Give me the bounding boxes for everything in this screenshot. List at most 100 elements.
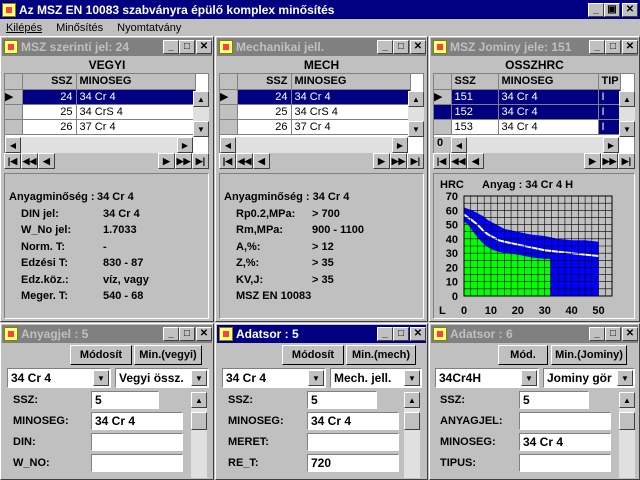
chevron-down-icon[interactable]: ▼ (93, 370, 109, 386)
window-icon[interactable] (4, 40, 18, 54)
window-icon[interactable] (433, 40, 447, 54)
table-row[interactable]: 153 34 Cr 4I (434, 119, 621, 135)
table-row[interactable]: ▶ 24 34 Cr 4 (220, 89, 411, 105)
vertical-scrollbar[interactable]: ▲ (404, 392, 420, 478)
nav-prev-icon[interactable]: ◀ (38, 153, 55, 169)
nav-last-icon[interactable]: ▶| (407, 153, 424, 169)
nav-first-icon[interactable]: |◀ (433, 153, 450, 169)
column-header-minoseg[interactable]: MINOSEG (498, 74, 599, 90)
nav-last-icon[interactable]: ▶| (192, 153, 209, 169)
window-icon[interactable] (433, 327, 447, 341)
maximize-button[interactable]: □ (393, 327, 409, 341)
view-select[interactable]: Jominy gör ▼ (543, 368, 635, 388)
table-row[interactable]: 26 37 Cr 4 (220, 119, 411, 135)
window-icon[interactable] (4, 327, 18, 341)
scroll-right-icon[interactable]: ▶ (392, 137, 408, 153)
minoseg-field[interactable]: 34 Cr 4 (91, 412, 183, 430)
column-header-minoseg[interactable]: MINOSEG (291, 74, 411, 90)
table-row[interactable]: ▶ 151 34 Cr 4I (434, 89, 621, 105)
maximize-button[interactable]: □ (179, 40, 195, 54)
minoseg-field[interactable]: 34 Cr 4 (307, 412, 399, 430)
nav-prev-icon[interactable]: ◀ (467, 153, 484, 169)
nav-next-icon[interactable]: ▶ (584, 153, 601, 169)
minimize-button[interactable]: _ (163, 327, 179, 341)
scroll-thumb[interactable] (619, 412, 635, 430)
menu-item-kilepes[interactable]: Kilépés (6, 22, 42, 34)
scroll-up-icon[interactable]: ▲ (404, 392, 420, 408)
nav-first-icon[interactable]: |◀ (219, 153, 236, 169)
chevron-down-icon[interactable]: ▼ (521, 370, 537, 386)
column-header-ssz[interactable]: SSZ (237, 74, 292, 90)
menu-item-nyomtatvany[interactable]: Nyomtatvány (117, 22, 181, 34)
nav-prev-icon[interactable]: ◀ (253, 153, 270, 169)
ssz-field[interactable]: 5 (307, 391, 377, 409)
din-field[interactable] (91, 433, 183, 451)
scroll-up-icon[interactable]: ▲ (191, 392, 207, 408)
close-button[interactable]: ✕ (410, 327, 426, 341)
app-icon[interactable] (2, 2, 16, 17)
horizontal-scrollbar[interactable]: ◀ ▶ (5, 137, 193, 153)
scroll-up-icon[interactable]: ▲ (619, 91, 635, 107)
nav-next-icon[interactable]: ▶ (373, 153, 390, 169)
table-row[interactable]: 25 34 CrS 4 (5, 104, 196, 120)
scroll-right-icon[interactable]: ▶ (603, 137, 619, 153)
material-select[interactable]: 34 Cr 4 ▼ (222, 368, 326, 388)
maximize-button[interactable]: □ (393, 40, 409, 54)
nav-first-icon[interactable]: |◀ (4, 153, 21, 169)
chevron-down-icon[interactable]: ▼ (308, 370, 324, 386)
min-mech-button[interactable]: Min.(mech) (346, 345, 416, 365)
tipus-field[interactable] (519, 454, 611, 472)
scroll-down-icon[interactable]: ▼ (193, 121, 209, 137)
nav-next-page-icon[interactable]: ▶▶ (390, 153, 407, 169)
ssz-field[interactable]: 5 (91, 391, 159, 409)
column-header-minoseg[interactable]: MINOSEG (76, 74, 196, 90)
nav-next-icon[interactable]: ▶ (158, 153, 175, 169)
close-button[interactable]: ✕ (622, 327, 638, 341)
close-button[interactable]: ✕ (196, 40, 212, 54)
maximize-button[interactable]: ▣ (604, 2, 620, 17)
minimize-button[interactable]: _ (163, 40, 179, 54)
ssz-field[interactable]: 5 (519, 391, 589, 409)
nav-next-page-icon[interactable]: ▶▶ (175, 153, 192, 169)
view-select[interactable]: Mech. jell. ▼ (330, 368, 422, 388)
nav-prev-page-icon[interactable]: ◀◀ (236, 153, 253, 169)
scroll-up-icon[interactable]: ▲ (193, 91, 209, 107)
close-button[interactable]: ✕ (622, 2, 638, 17)
minimize-button[interactable]: _ (377, 40, 393, 54)
maximize-button[interactable]: □ (179, 327, 195, 341)
nav-last-icon[interactable]: ▶| (618, 153, 635, 169)
re-t-field[interactable]: 720 (307, 454, 399, 472)
minimize-button[interactable]: _ (588, 2, 604, 17)
meret-field[interactable] (307, 433, 399, 451)
min-vegyi-button[interactable]: Min.(vegyi) (134, 345, 202, 365)
maximize-button[interactable]: □ (605, 40, 621, 54)
chevron-down-icon[interactable]: ▼ (617, 370, 633, 386)
material-select[interactable]: 34 Cr 4 ▼ (7, 368, 111, 388)
vertical-scrollbar[interactable]: ▲ ▼ (619, 91, 635, 137)
vertical-scrollbar[interactable]: ▲ (191, 392, 207, 478)
scroll-left-icon[interactable]: ◀ (220, 137, 236, 153)
nav-prev-page-icon[interactable]: ◀◀ (450, 153, 467, 169)
chevron-down-icon[interactable]: ▼ (191, 370, 207, 386)
scroll-up-icon[interactable]: ▲ (619, 392, 635, 408)
scroll-left-icon[interactable]: ◀ (451, 137, 467, 153)
scroll-down-icon[interactable]: ▼ (408, 121, 424, 137)
close-button[interactable]: ✕ (410, 40, 426, 54)
min-jominy-button[interactable]: Min.(Jominy) (551, 345, 627, 365)
close-button[interactable]: ✕ (196, 327, 212, 341)
modosit-button[interactable]: Módosít (70, 345, 132, 365)
menu-item-minosites[interactable]: Minősítés (56, 22, 103, 34)
scroll-right-icon[interactable]: ▶ (177, 137, 193, 153)
scroll-up-icon[interactable]: ▲ (408, 91, 424, 107)
table-row[interactable]: 26 37 Cr 4 (5, 119, 196, 135)
view-select[interactable]: Vegyi össz. ▼ (115, 368, 209, 388)
table-row[interactable]: ▶ 24 34 Cr 4 (5, 89, 196, 105)
close-button[interactable]: ✕ (622, 40, 638, 54)
window-icon[interactable] (219, 40, 233, 54)
anyagjel-field[interactable] (519, 412, 611, 430)
scroll-left-icon[interactable]: ◀ (5, 137, 21, 153)
table-row[interactable]: 25 34 CrS 4 (220, 104, 411, 120)
column-header-ssz[interactable]: SSZ (451, 74, 499, 90)
scroll-thumb[interactable] (404, 412, 420, 430)
minimize-button[interactable]: _ (377, 327, 393, 341)
